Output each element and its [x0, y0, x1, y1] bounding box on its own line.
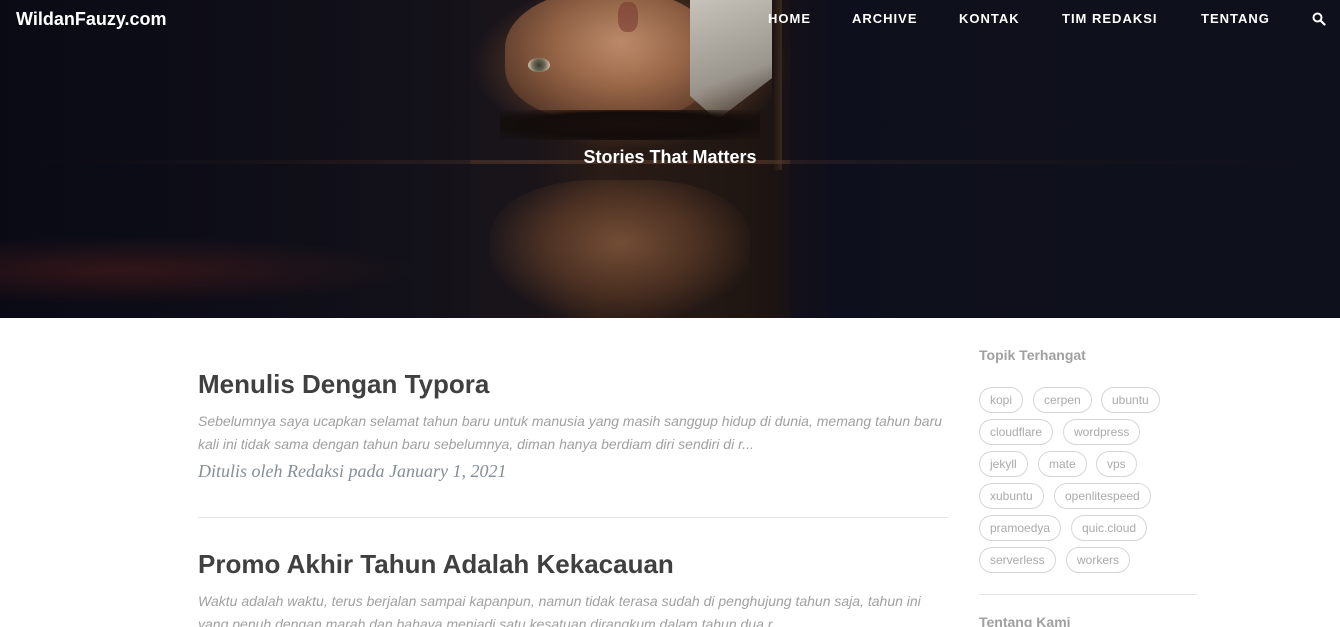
search-icon[interactable] [1312, 12, 1326, 26]
nav-item-tentang[interactable]: TENTANG [1201, 11, 1270, 26]
tag-mate[interactable]: mate [1038, 451, 1087, 477]
sidebar-divider [979, 594, 1197, 595]
hero-image-eye [528, 58, 550, 72]
post-divider [198, 517, 948, 518]
sidebar-about-title: Tentang Kami [979, 614, 1071, 627]
tag-quic-cloud[interactable]: quic.cloud [1071, 515, 1148, 541]
tag-workers[interactable]: workers [1066, 547, 1131, 573]
site-tagline: Stories That Matters [583, 147, 757, 167]
nav-item-archive[interactable]: ARCHIVE [852, 11, 918, 26]
post-title-link[interactable]: Promo Akhir Tahun Adalah Kekacauan [198, 548, 948, 580]
post-title-link[interactable]: Menulis Dengan Typora [198, 368, 948, 400]
tag-jekyll[interactable]: jekyll [979, 451, 1028, 477]
tag-cerpen[interactable]: cerpen [1033, 387, 1092, 413]
post-excerpt: Waktu adalah waktu, terus berjalan sampa… [198, 593, 921, 627]
hero-image-mouth [618, 2, 638, 32]
tag-serverless[interactable]: serverless [979, 547, 1056, 573]
tag-kopi[interactable]: kopi [979, 387, 1024, 413]
hero-image-hair [500, 110, 760, 140]
tag-pramoedya[interactable]: pramoedya [979, 515, 1062, 541]
post-meta: Ditulis oleh Redaksi pada January 1, 202… [198, 461, 507, 481]
nav-item-kontak[interactable]: KONTAK [959, 11, 1020, 26]
tag-vps[interactable]: vps [1096, 451, 1137, 477]
post-excerpt: Sebelumnya saya ucapkan selamat tahun ba… [198, 413, 943, 452]
nav-item-home[interactable]: HOME [768, 11, 811, 26]
nav-item-tim-redaksi[interactable]: TIM REDAKSI [1062, 11, 1158, 26]
tag-cloudflare[interactable]: cloudflare [979, 419, 1054, 445]
hero-banner: Stories That Matters [0, 0, 1340, 318]
site-brand-link[interactable]: WildanFauzy.com [16, 9, 167, 30]
post-preview: Promo Akhir Tahun Adalah Kekacauan Waktu… [198, 548, 948, 627]
hero-image-reflection [490, 180, 750, 318]
sidebar-topics-title: Topik Terhangat [979, 347, 1086, 363]
tag-openlitespeed[interactable]: openlitespeed [1054, 483, 1151, 509]
hero-image-embers [0, 230, 470, 310]
tag-xubuntu[interactable]: xubuntu [979, 483, 1044, 509]
tag-wordpress[interactable]: wordpress [1063, 419, 1141, 445]
post-preview: Menulis Dengan Typora Sebelumnya saya uc… [198, 368, 948, 482]
tag-ubuntu[interactable]: ubuntu [1101, 387, 1160, 413]
